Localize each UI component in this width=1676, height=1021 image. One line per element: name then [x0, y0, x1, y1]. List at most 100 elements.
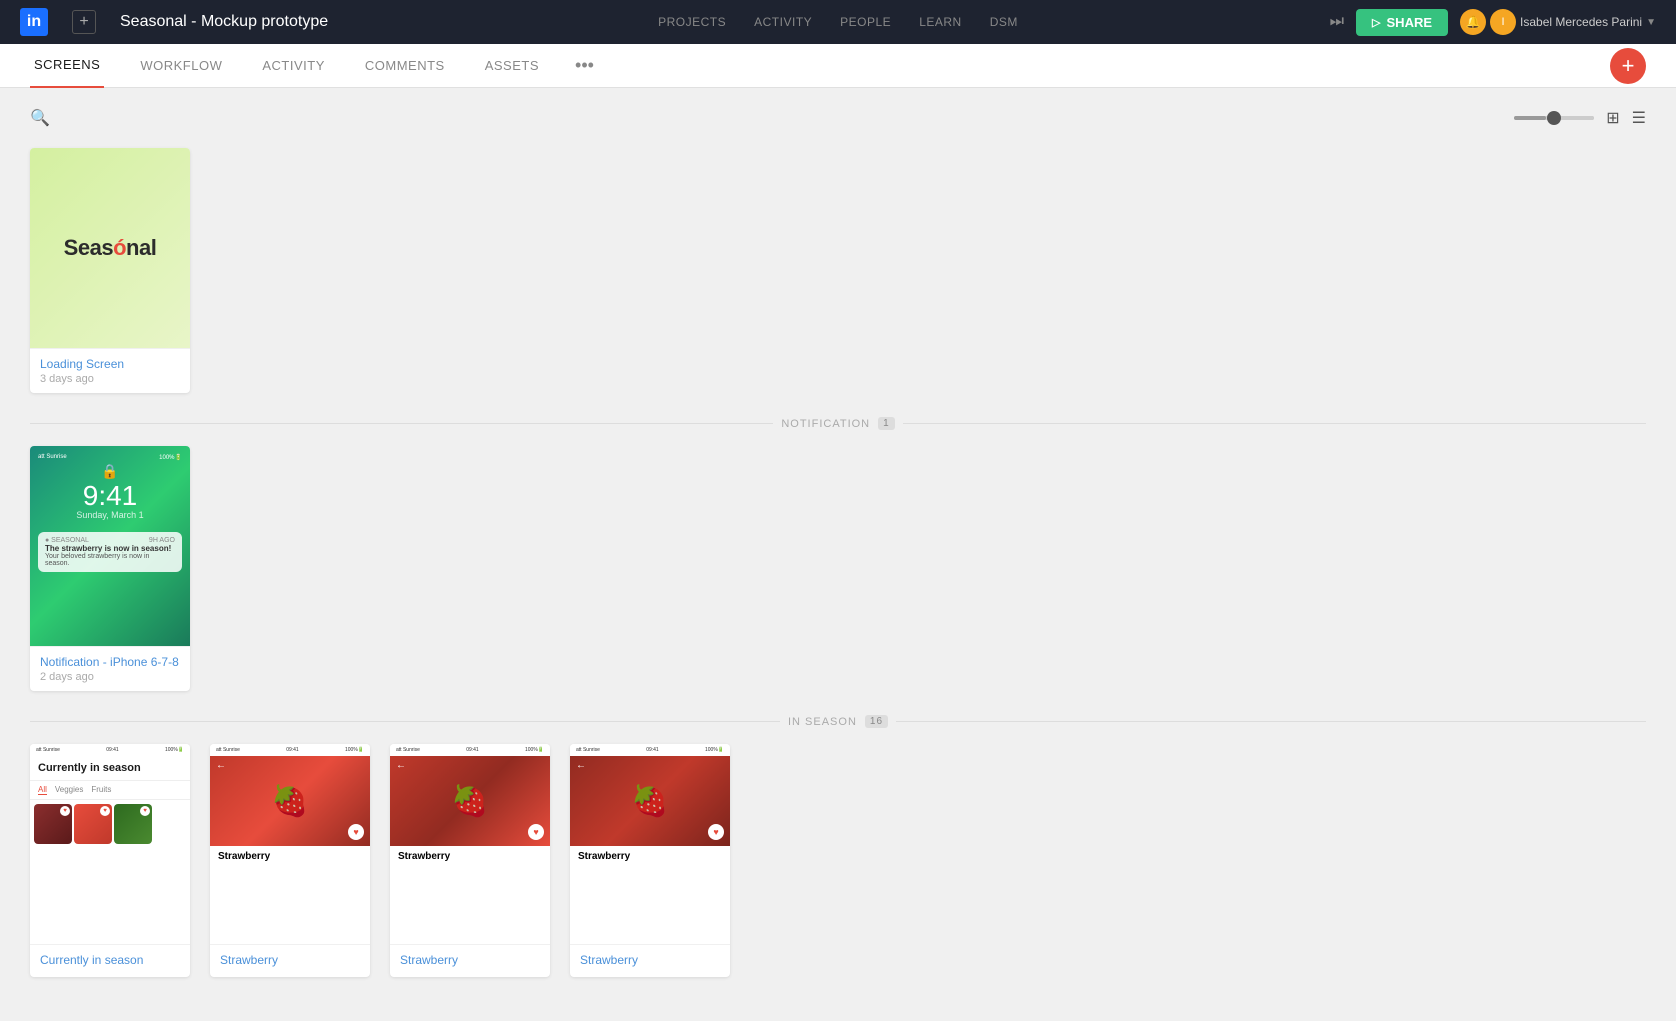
screen-info-strawberry3: Strawberry	[570, 944, 730, 977]
strawberry3-top-bar: att Sunrise09:41100%🔋	[570, 744, 730, 756]
seasonal-app-logo: Seasónal	[64, 235, 157, 261]
inseason-app-header: Currently in season	[30, 756, 190, 781]
toolbar: 🔍 ⊞ ☰	[30, 108, 1646, 128]
fruit-grid: ♥ ♥ ♥	[30, 800, 190, 848]
tab-more[interactable]: •••	[575, 55, 594, 76]
screen-info-strawberry1: Strawberry	[210, 944, 370, 977]
screen-card-inseason[interactable]: att Sunrise09:41100%🔋 Currently in seaso…	[30, 744, 190, 977]
add-screen-button[interactable]: +	[1610, 48, 1646, 84]
screen-preview-strawberry2: att Sunrise09:41100%🔋 ← ♥ Strawberry	[390, 744, 550, 944]
strawberry-preview-bg3: att Sunrise09:41100%🔋 ← ♥ Strawberry	[570, 744, 730, 944]
section-loading: Seasónal Loading Screen 3 days ago	[30, 148, 1646, 393]
screen-name-loading: Loading Screen	[40, 357, 180, 371]
invision-logo[interactable]: in	[20, 8, 48, 36]
strawberry-title-2: Strawberry	[390, 846, 550, 864]
zoom-handle[interactable]	[1547, 111, 1561, 125]
fruit-item-2: ♥	[74, 804, 112, 844]
phone-time: 9:41	[38, 482, 182, 510]
heart-fav-2[interactable]: ♥	[528, 824, 544, 840]
heart-fav-1[interactable]: ♥	[348, 824, 364, 840]
top-nav-center: PROJECTS ACTIVITY PEOPLE LEARN DSM	[658, 15, 1018, 29]
filter-fruits[interactable]: Fruits	[91, 785, 111, 795]
heart-icon-1: ♥	[60, 806, 70, 816]
inseason-count: 16	[865, 715, 888, 728]
phone-status-bar: att Sunrise 100%🔋	[38, 454, 182, 461]
screen-preview-strawberry3: att Sunrise09:41100%🔋 ← ♥ Strawberry	[570, 744, 730, 944]
phone-date: Sunday, March 1	[38, 510, 182, 520]
tab-activity[interactable]: ACTIVITY	[258, 44, 329, 88]
top-nav-left: in + Seasonal - Mockup prototype	[20, 8, 328, 36]
share-button[interactable]: SHARE	[1356, 9, 1448, 36]
screen-info-loading: Loading Screen 3 days ago	[30, 348, 190, 393]
section-notification: att Sunrise 100%🔋 🔒 9:41 Sunday, March 1…	[30, 446, 1646, 691]
screen-card-loading[interactable]: Seasónal Loading Screen 3 days ago	[30, 148, 190, 393]
user-menu-arrow[interactable]: ▼	[1646, 17, 1656, 28]
filter-veggies[interactable]: Veggies	[55, 785, 83, 795]
screen-preview-notification: att Sunrise 100%🔋 🔒 9:41 Sunday, March 1…	[30, 446, 190, 646]
avatar-group: 🔔 I Isabel Mercedes Parini ▼	[1460, 9, 1656, 35]
screen-cards-inseason: att Sunrise09:41100%🔋 Currently in seaso…	[30, 744, 1646, 977]
strawberry-image-1: ← ♥	[210, 756, 370, 846]
nav-projects[interactable]: PROJECTS	[658, 15, 726, 29]
tab-assets[interactable]: ASSETS	[481, 44, 543, 88]
screen-name-strawberry2: Strawberry	[400, 953, 540, 967]
list-view-icon[interactable]: ☰	[1632, 108, 1646, 128]
strawberry-image-2: ← ♥	[390, 756, 550, 846]
screen-preview-strawberry1: att Sunrise09:41100%🔋 ← ♥ Strawberry	[210, 744, 370, 944]
nav-learn[interactable]: LEARN	[919, 15, 962, 29]
zoom-slider[interactable]	[1514, 116, 1594, 120]
strawberry-title-1: Strawberry	[210, 846, 370, 864]
back-arrow-3[interactable]: ←	[576, 760, 586, 771]
strawberry-preview-bg2: att Sunrise09:41100%🔋 ← ♥ Strawberry	[390, 744, 550, 944]
notification-preview-bg: att Sunrise 100%🔋 🔒 9:41 Sunday, March 1…	[30, 446, 190, 646]
inseason-top-bar: att Sunrise09:41100%🔋	[30, 744, 190, 756]
nav-dsm[interactable]: DSM	[990, 15, 1018, 29]
notif-body: Your beloved strawberry is now in season…	[45, 553, 175, 567]
strawberry-header-1: ←	[210, 756, 370, 775]
screen-preview-inseason: att Sunrise09:41100%🔋 Currently in seaso…	[30, 744, 190, 944]
tab-comments[interactable]: COMMENTS	[361, 44, 449, 88]
screen-card-notification[interactable]: att Sunrise 100%🔋 🔒 9:41 Sunday, March 1…	[30, 446, 190, 691]
inseason-preview-bg: att Sunrise09:41100%🔋 Currently in seaso…	[30, 744, 190, 944]
heart-fav-3[interactable]: ♥	[708, 824, 724, 840]
back-arrow-2[interactable]: ←	[396, 760, 406, 771]
screen-name-inseason: Currently in season	[40, 953, 180, 967]
top-nav-right: ⏭ SHARE 🔔 I Isabel Mercedes Parini ▼	[1330, 9, 1656, 36]
strawberry2-top-bar: att Sunrise09:41100%🔋	[390, 744, 550, 756]
back-arrow-1[interactable]: ←	[216, 760, 226, 771]
notification-count: 1	[878, 417, 895, 430]
screen-date-notification: 2 days ago	[40, 671, 180, 683]
user-avatar: I	[1490, 9, 1516, 35]
filter-all[interactable]: All	[38, 785, 47, 795]
preview-icon[interactable]: ⏭	[1330, 13, 1344, 31]
heart-icon-3: ♥	[140, 806, 150, 816]
grid-view-icon[interactable]: ⊞	[1606, 108, 1619, 128]
loading-preview-bg: Seasónal	[30, 148, 190, 348]
toolbar-right: ⊞ ☰	[1514, 108, 1646, 128]
notif-app-name: ● SEASONAL 9h ago	[45, 537, 175, 544]
screen-cards-loading: Seasónal Loading Screen 3 days ago	[30, 148, 1646, 393]
screen-info-strawberry2: Strawberry	[390, 944, 550, 977]
screen-preview-loading: Seasónal	[30, 148, 190, 348]
heart-icon-2: ♥	[100, 806, 110, 816]
search-icon[interactable]: 🔍	[30, 108, 50, 128]
strawberry-image-3: ← ♥	[570, 756, 730, 846]
fruit-item-1: ♥	[34, 804, 72, 844]
screen-card-strawberry1[interactable]: att Sunrise09:41100%🔋 ← ♥ Strawberry Str…	[210, 744, 370, 977]
nav-activity[interactable]: ACTIVITY	[754, 15, 812, 29]
screen-cards-notification: att Sunrise 100%🔋 🔒 9:41 Sunday, March 1…	[30, 446, 1646, 691]
screen-name-notification: Notification - iPhone 6-7-8	[40, 655, 180, 669]
strawberry-header-3: ←	[570, 756, 730, 775]
filter-tabs: All Veggies Fruits	[30, 781, 190, 800]
screen-card-strawberry2[interactable]: att Sunrise09:41100%🔋 ← ♥ Strawberry Str…	[390, 744, 550, 977]
screen-info-inseason: Currently in season	[30, 944, 190, 977]
screen-card-strawberry3[interactable]: att Sunrise09:41100%🔋 ← ♥ Strawberry Str…	[570, 744, 730, 977]
main-content: 🔍 ⊞ ☰ Seasónal	[0, 88, 1676, 1021]
screen-name-strawberry1: Strawberry	[220, 953, 360, 967]
tab-screens[interactable]: SCREENS	[30, 44, 104, 88]
nav-people[interactable]: PEOPLE	[840, 15, 891, 29]
lock-icon: 🔒	[38, 463, 182, 480]
strawberry-preview-bg: att Sunrise09:41100%🔋 ← ♥ Strawberry	[210, 744, 370, 944]
add-project-button[interactable]: +	[72, 10, 96, 34]
tab-workflow[interactable]: WORKFLOW	[136, 44, 226, 88]
